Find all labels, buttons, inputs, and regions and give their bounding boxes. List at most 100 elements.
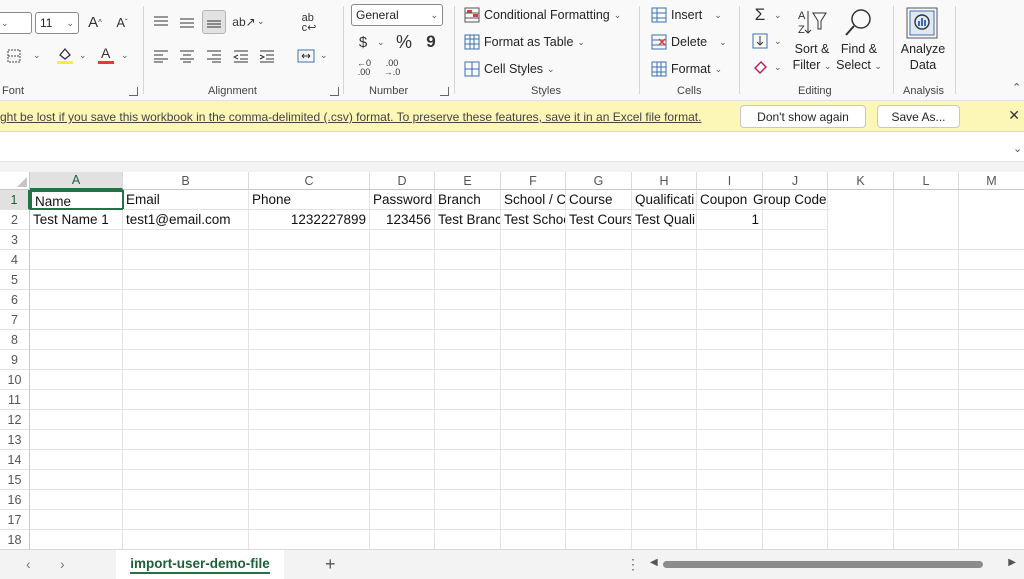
fill-icon[interactable] xyxy=(751,32,769,50)
more-options-icon[interactable]: ⋮ xyxy=(626,556,640,573)
scrollbar-thumb[interactable] xyxy=(663,561,983,568)
find-select-icon[interactable] xyxy=(841,6,875,40)
dont-show-again-button[interactable]: Don't show again xyxy=(740,105,866,128)
cell-c2[interactable]: 1232227899 xyxy=(249,210,370,230)
delete-button[interactable]: Delete ⌄ xyxy=(651,34,727,50)
merge-center-icon[interactable] xyxy=(296,46,316,66)
row-header-16[interactable]: 16 xyxy=(0,490,30,510)
top-align-icon[interactable] xyxy=(152,12,170,32)
spreadsheet-grid[interactable]: A B C D E F G H I J K L M 1 2 3 4 5 6 7 … xyxy=(0,172,1024,549)
cell-g1[interactable]: Course xyxy=(566,190,632,210)
conditional-formatting-button[interactable]: Conditional Formatting ⌄ xyxy=(464,7,621,23)
row-header-7[interactable]: 7 xyxy=(0,310,30,330)
column-header-j[interactable]: J xyxy=(763,172,828,190)
cell-a2[interactable]: Test Name 1 xyxy=(30,210,123,230)
close-icon[interactable]: ✕ xyxy=(1008,107,1020,124)
row-header-6[interactable]: 6 xyxy=(0,290,30,310)
horizontal-scrollbar[interactable]: ◀ ▶ xyxy=(646,557,1024,571)
format-button[interactable]: Format ⌄ xyxy=(651,61,722,77)
row-header-8[interactable]: 8 xyxy=(0,330,30,350)
scroll-right-icon[interactable]: ▶ xyxy=(1008,557,1016,568)
column-header-a[interactable]: A xyxy=(30,172,123,190)
find-select-button[interactable]: Find & Select ⌄ xyxy=(836,41,882,74)
cell-f1[interactable]: School / C xyxy=(501,190,566,210)
insert-button[interactable]: Insert ⌄ xyxy=(651,7,722,23)
wrap-text-icon[interactable]: ab c↩ xyxy=(299,12,319,34)
grow-font-icon[interactable]: A ^ xyxy=(86,13,104,31)
cell-e1[interactable]: Branch xyxy=(435,190,501,210)
number-format-dropdown[interactable]: General ⌄ xyxy=(351,4,443,26)
row-header-2[interactable]: 2 xyxy=(0,210,30,230)
cell-c1[interactable]: Phone xyxy=(249,190,370,210)
row-header-3[interactable]: 3 xyxy=(0,230,30,250)
row-header-9[interactable]: 9 xyxy=(0,350,30,370)
sheet-tab-active[interactable]: import-user-demo-file xyxy=(116,550,284,579)
column-header-k[interactable]: K xyxy=(828,172,894,190)
align-center-icon[interactable] xyxy=(178,46,196,66)
clear-icon[interactable] xyxy=(751,58,769,76)
row-header-14[interactable]: 14 xyxy=(0,450,30,470)
analyze-data-button[interactable]: Analyze Data xyxy=(896,41,950,73)
cell-b1[interactable]: Email xyxy=(123,190,249,210)
sort-filter-button[interactable]: Sort & Filter ⌄ xyxy=(790,41,834,74)
column-header-l[interactable]: L xyxy=(894,172,959,190)
chevron-down-icon[interactable]: ⌄ xyxy=(377,37,385,48)
row-header-18[interactable]: 18 xyxy=(0,530,30,549)
column-header-f[interactable]: F xyxy=(501,172,566,190)
cell-i2[interactable]: 1 xyxy=(697,210,763,230)
chevron-down-icon[interactable]: ⌄ xyxy=(79,50,87,61)
font-size-dropdown[interactable]: 11 ⌄ xyxy=(35,12,79,34)
middle-align-icon[interactable] xyxy=(178,12,196,32)
save-as-button[interactable]: Save As... xyxy=(877,105,960,128)
column-header-i[interactable]: I xyxy=(697,172,763,190)
comma-style-icon[interactable]: 9 xyxy=(424,32,438,52)
cell-d2[interactable]: 123456 xyxy=(370,210,435,230)
autosum-icon[interactable]: Σ xyxy=(751,5,769,25)
chevron-down-icon[interactable]: ⌄ xyxy=(121,50,129,61)
format-as-table-button[interactable]: Format as Table ⌄ xyxy=(464,34,585,50)
fill-color-icon[interactable] xyxy=(55,44,75,66)
cell-a1[interactable]: Name xyxy=(30,190,124,210)
add-sheet-button[interactable]: + xyxy=(325,554,336,575)
shrink-font-icon[interactable]: Aˇ xyxy=(113,13,131,31)
orientation-icon[interactable]: ab↗ xyxy=(232,12,255,32)
row-header-17[interactable]: 17 xyxy=(0,510,30,530)
chevron-down-icon[interactable]: ⌄ xyxy=(257,16,265,27)
row-header-15[interactable]: 15 xyxy=(0,470,30,490)
decrease-decimal-icon[interactable]: .00 →.0 xyxy=(381,58,403,78)
column-header-c[interactable]: C xyxy=(249,172,370,190)
decrease-indent-icon[interactable] xyxy=(232,46,250,66)
empty-cells-area[interactable] xyxy=(30,230,1024,549)
column-header-d[interactable]: D xyxy=(370,172,435,190)
font-name-dropdown[interactable]: ⌄ xyxy=(0,12,32,34)
row-header-13[interactable]: 13 xyxy=(0,430,30,450)
formula-bar[interactable]: ⌄ xyxy=(0,132,1024,162)
scroll-left-icon[interactable]: ◀ xyxy=(650,557,658,568)
border-icon[interactable] xyxy=(3,48,25,64)
row-header-10[interactable]: 10 xyxy=(0,370,30,390)
currency-icon[interactable]: $ xyxy=(356,33,370,51)
collapse-ribbon-icon[interactable]: ⌄ xyxy=(1012,80,1021,93)
chevron-down-icon[interactable]: ⌄ xyxy=(774,62,782,73)
font-color-icon[interactable]: A xyxy=(96,44,116,66)
chevron-down-icon[interactable]: ⌄ xyxy=(774,36,782,47)
column-header-e[interactable]: E xyxy=(435,172,501,190)
cell-h1[interactable]: Qualificati xyxy=(632,190,697,210)
font-launcher-icon[interactable] xyxy=(129,87,138,96)
percent-icon[interactable]: % xyxy=(395,32,413,52)
cell-h2[interactable]: Test Quali xyxy=(632,210,697,230)
chevron-left-icon[interactable]: ‹ xyxy=(26,556,31,572)
cell-d1[interactable]: Password xyxy=(370,190,435,210)
cell-g2[interactable]: Test Cours xyxy=(566,210,632,230)
row-header-5[interactable]: 5 xyxy=(0,270,30,290)
number-launcher-icon[interactable] xyxy=(440,87,449,96)
align-right-icon[interactable] xyxy=(205,46,223,66)
cell-j1[interactable]: Group Code xyxy=(750,190,830,210)
chevron-down-icon[interactable]: ⌄ xyxy=(33,50,41,61)
chevron-down-icon[interactable]: ⌄ xyxy=(774,10,782,21)
align-left-icon[interactable] xyxy=(152,46,170,66)
expand-formula-bar-icon[interactable]: ⌄ xyxy=(1013,142,1022,155)
increase-decimal-icon[interactable]: ←0.00 xyxy=(353,58,375,78)
alignment-launcher-icon[interactable] xyxy=(330,87,339,96)
row-header-12[interactable]: 12 xyxy=(0,410,30,430)
